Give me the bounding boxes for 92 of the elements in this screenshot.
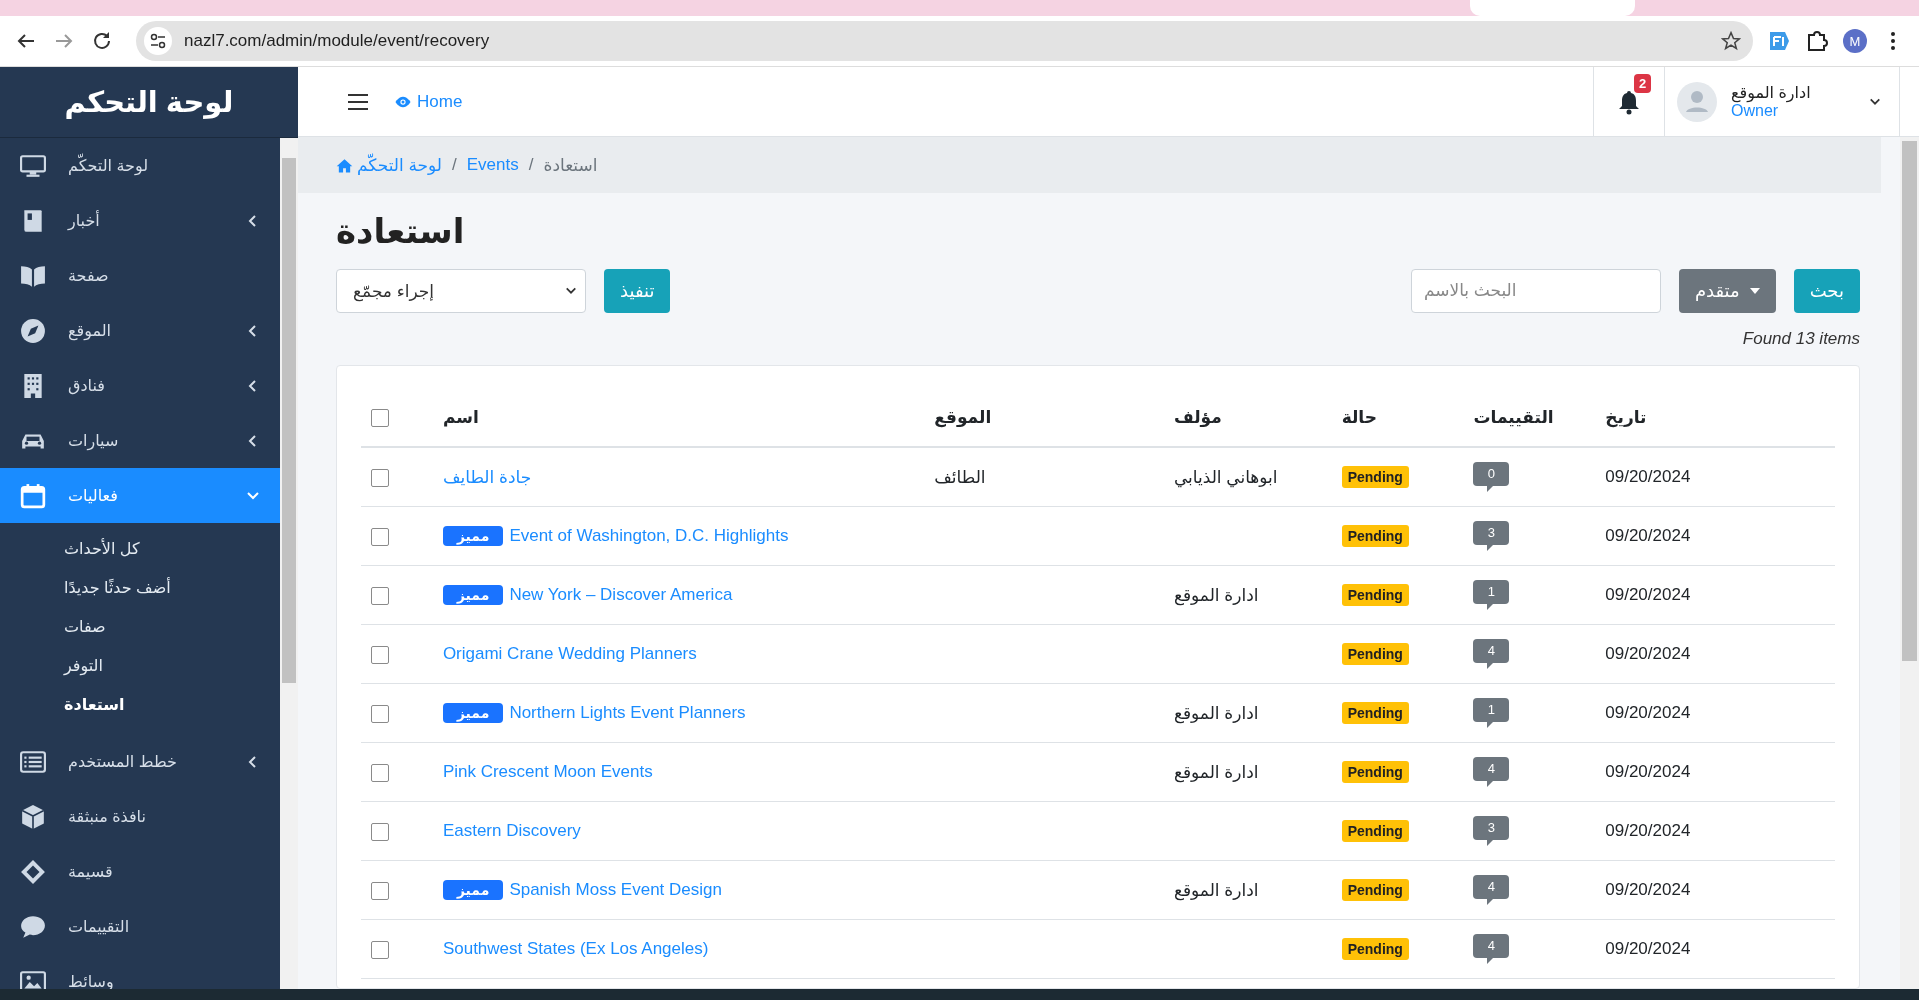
- profile-avatar[interactable]: M: [1843, 29, 1867, 53]
- user-name: ادارة الموقع: [1731, 83, 1812, 102]
- status-badge: Pending: [1341, 584, 1409, 606]
- column-header: مؤلف: [1173, 407, 1222, 427]
- eye-icon: [394, 94, 412, 109]
- status-badge: Pending: [1341, 879, 1409, 901]
- sidebar-item[interactable]: التقييمات: [0, 899, 280, 954]
- breadcrumb-separator: /: [452, 155, 457, 175]
- status-badge: Pending: [1341, 938, 1409, 960]
- table-cell: 09/20/2024: [1605, 880, 1691, 899]
- column-header: حالة: [1341, 407, 1377, 427]
- table-cell: 09/20/2024: [1605, 526, 1691, 545]
- sidebar-item[interactable]: صفحة: [0, 248, 280, 303]
- table-cell: 09/20/2024: [1605, 703, 1691, 722]
- sidebar-item[interactable]: لوحة التحكّم: [0, 138, 280, 193]
- row-checkbox[interactable]: [371, 468, 389, 487]
- row-checkbox[interactable]: [371, 704, 389, 723]
- status-badge: Pending: [1341, 643, 1409, 665]
- row-checkbox[interactable]: [371, 822, 389, 841]
- sidebar-subitem[interactable]: استعادة: [64, 685, 125, 724]
- table-cell: 09/20/2024: [1605, 644, 1691, 663]
- column-header: تاريخ: [1605, 407, 1647, 427]
- breadcrumb-separator: /: [528, 155, 534, 175]
- sidebar-item[interactable]: خطط المستخدم: [0, 734, 280, 789]
- address-bar[interactable]: nazl7.com/admin/module/event/recovery: [136, 21, 1753, 61]
- sidebar-item[interactable]: نافذة منبثقة: [0, 789, 280, 844]
- featured-badge: مميز: [442, 703, 504, 723]
- sidebar-subitem[interactable]: التوفر: [64, 646, 103, 685]
- featured-badge: مميز: [442, 526, 504, 546]
- status-badge: Pending: [1341, 525, 1409, 547]
- notification-count: 2: [1634, 74, 1652, 93]
- sidebar-subitem[interactable]: أضف حدثًا جديدًا: [64, 568, 171, 607]
- table-cell: 09/20/2024: [1605, 762, 1691, 781]
- scrollbar-thumb[interactable]: [1902, 141, 1917, 661]
- column-header: الموقع: [934, 407, 992, 427]
- calendar-icon: [20, 482, 46, 509]
- status-badge: Pending: [1341, 820, 1409, 842]
- home-icon: [336, 157, 353, 173]
- featured-badge: مميز: [442, 585, 504, 605]
- user-role: Owner: [1731, 102, 1779, 120]
- row-checkbox[interactable]: [371, 586, 389, 605]
- sidebar-subitem[interactable]: كل الأحداث: [64, 529, 140, 568]
- row-checkbox[interactable]: [371, 645, 389, 664]
- sidebar-subitem[interactable]: صفات: [64, 607, 106, 646]
- column-header: اسم: [442, 407, 479, 427]
- table-cell: ادارة الموقع: [1173, 880, 1259, 900]
- ticket-icon: [20, 858, 46, 885]
- sidebar-item[interactable]: قسيمة: [0, 844, 280, 899]
- status-badge: Pending: [1341, 761, 1409, 783]
- scrollbar-thumb[interactable]: [282, 158, 296, 683]
- table-cell: 09/20/2024: [1605, 585, 1691, 604]
- bulk-action-select[interactable]: إجراء مجمّع: [336, 269, 586, 313]
- table-cell: 09/20/2024: [1605, 821, 1691, 840]
- url-text: nazl7.com/admin/module/event/recovery: [184, 31, 491, 51]
- menu-icon[interactable]: [346, 91, 370, 112]
- cube-icon: [20, 803, 46, 830]
- status-badge: Pending: [1341, 466, 1409, 488]
- sidebar-item[interactable]: سيارات: [0, 413, 280, 468]
- table-cell: ابوهاني الذيابي: [1173, 467, 1278, 487]
- table-cell: 09/20/2024: [1605, 939, 1691, 958]
- table-cell: ادارة الموقع: [1173, 762, 1259, 782]
- list-icon: [20, 748, 46, 775]
- sidebar-item[interactable]: فنادق: [0, 358, 280, 413]
- breadcrumb-current: استعادة: [543, 154, 598, 176]
- comment-icon: [20, 913, 46, 940]
- page-title: استعادة: [336, 211, 466, 251]
- status-badge: Pending: [1341, 702, 1409, 724]
- row-checkbox[interactable]: [371, 881, 389, 900]
- results-count: Found 13 items: [1742, 329, 1860, 349]
- row-checkbox[interactable]: [371, 940, 389, 959]
- monitor-icon: [20, 152, 46, 179]
- search-field[interactable]: البحث بالاسم: [1410, 269, 1661, 313]
- table-cell: 09/20/2024: [1605, 467, 1691, 486]
- star-icon[interactable]: [1721, 31, 1741, 51]
- extension-icon[interactable]: [1767, 29, 1791, 53]
- sidebar-item[interactable]: أخبار: [0, 193, 280, 248]
- bell-icon[interactable]: [1617, 88, 1641, 115]
- puzzle-icon[interactable]: [1805, 29, 1829, 53]
- user-avatar-icon: [1677, 81, 1717, 122]
- site-settings-icon[interactable]: [149, 32, 167, 50]
- compass-icon: [20, 317, 46, 344]
- table-cell: الطائف: [934, 467, 986, 487]
- featured-badge: مميز: [442, 880, 504, 900]
- row-checkbox[interactable]: [371, 763, 389, 782]
- advanced-button[interactable]: متقدم: [1678, 269, 1776, 313]
- table-cell: ادارة الموقع: [1173, 585, 1259, 605]
- select-all-checkbox[interactable]: [371, 408, 389, 427]
- sidebar-item[interactable]: الموقع: [0, 303, 280, 358]
- row-checkbox[interactable]: [371, 527, 389, 546]
- caret-icon: [1749, 288, 1760, 294]
- table-cell: ادارة الموقع: [1173, 703, 1259, 723]
- column-header: التقييمات: [1473, 407, 1554, 427]
